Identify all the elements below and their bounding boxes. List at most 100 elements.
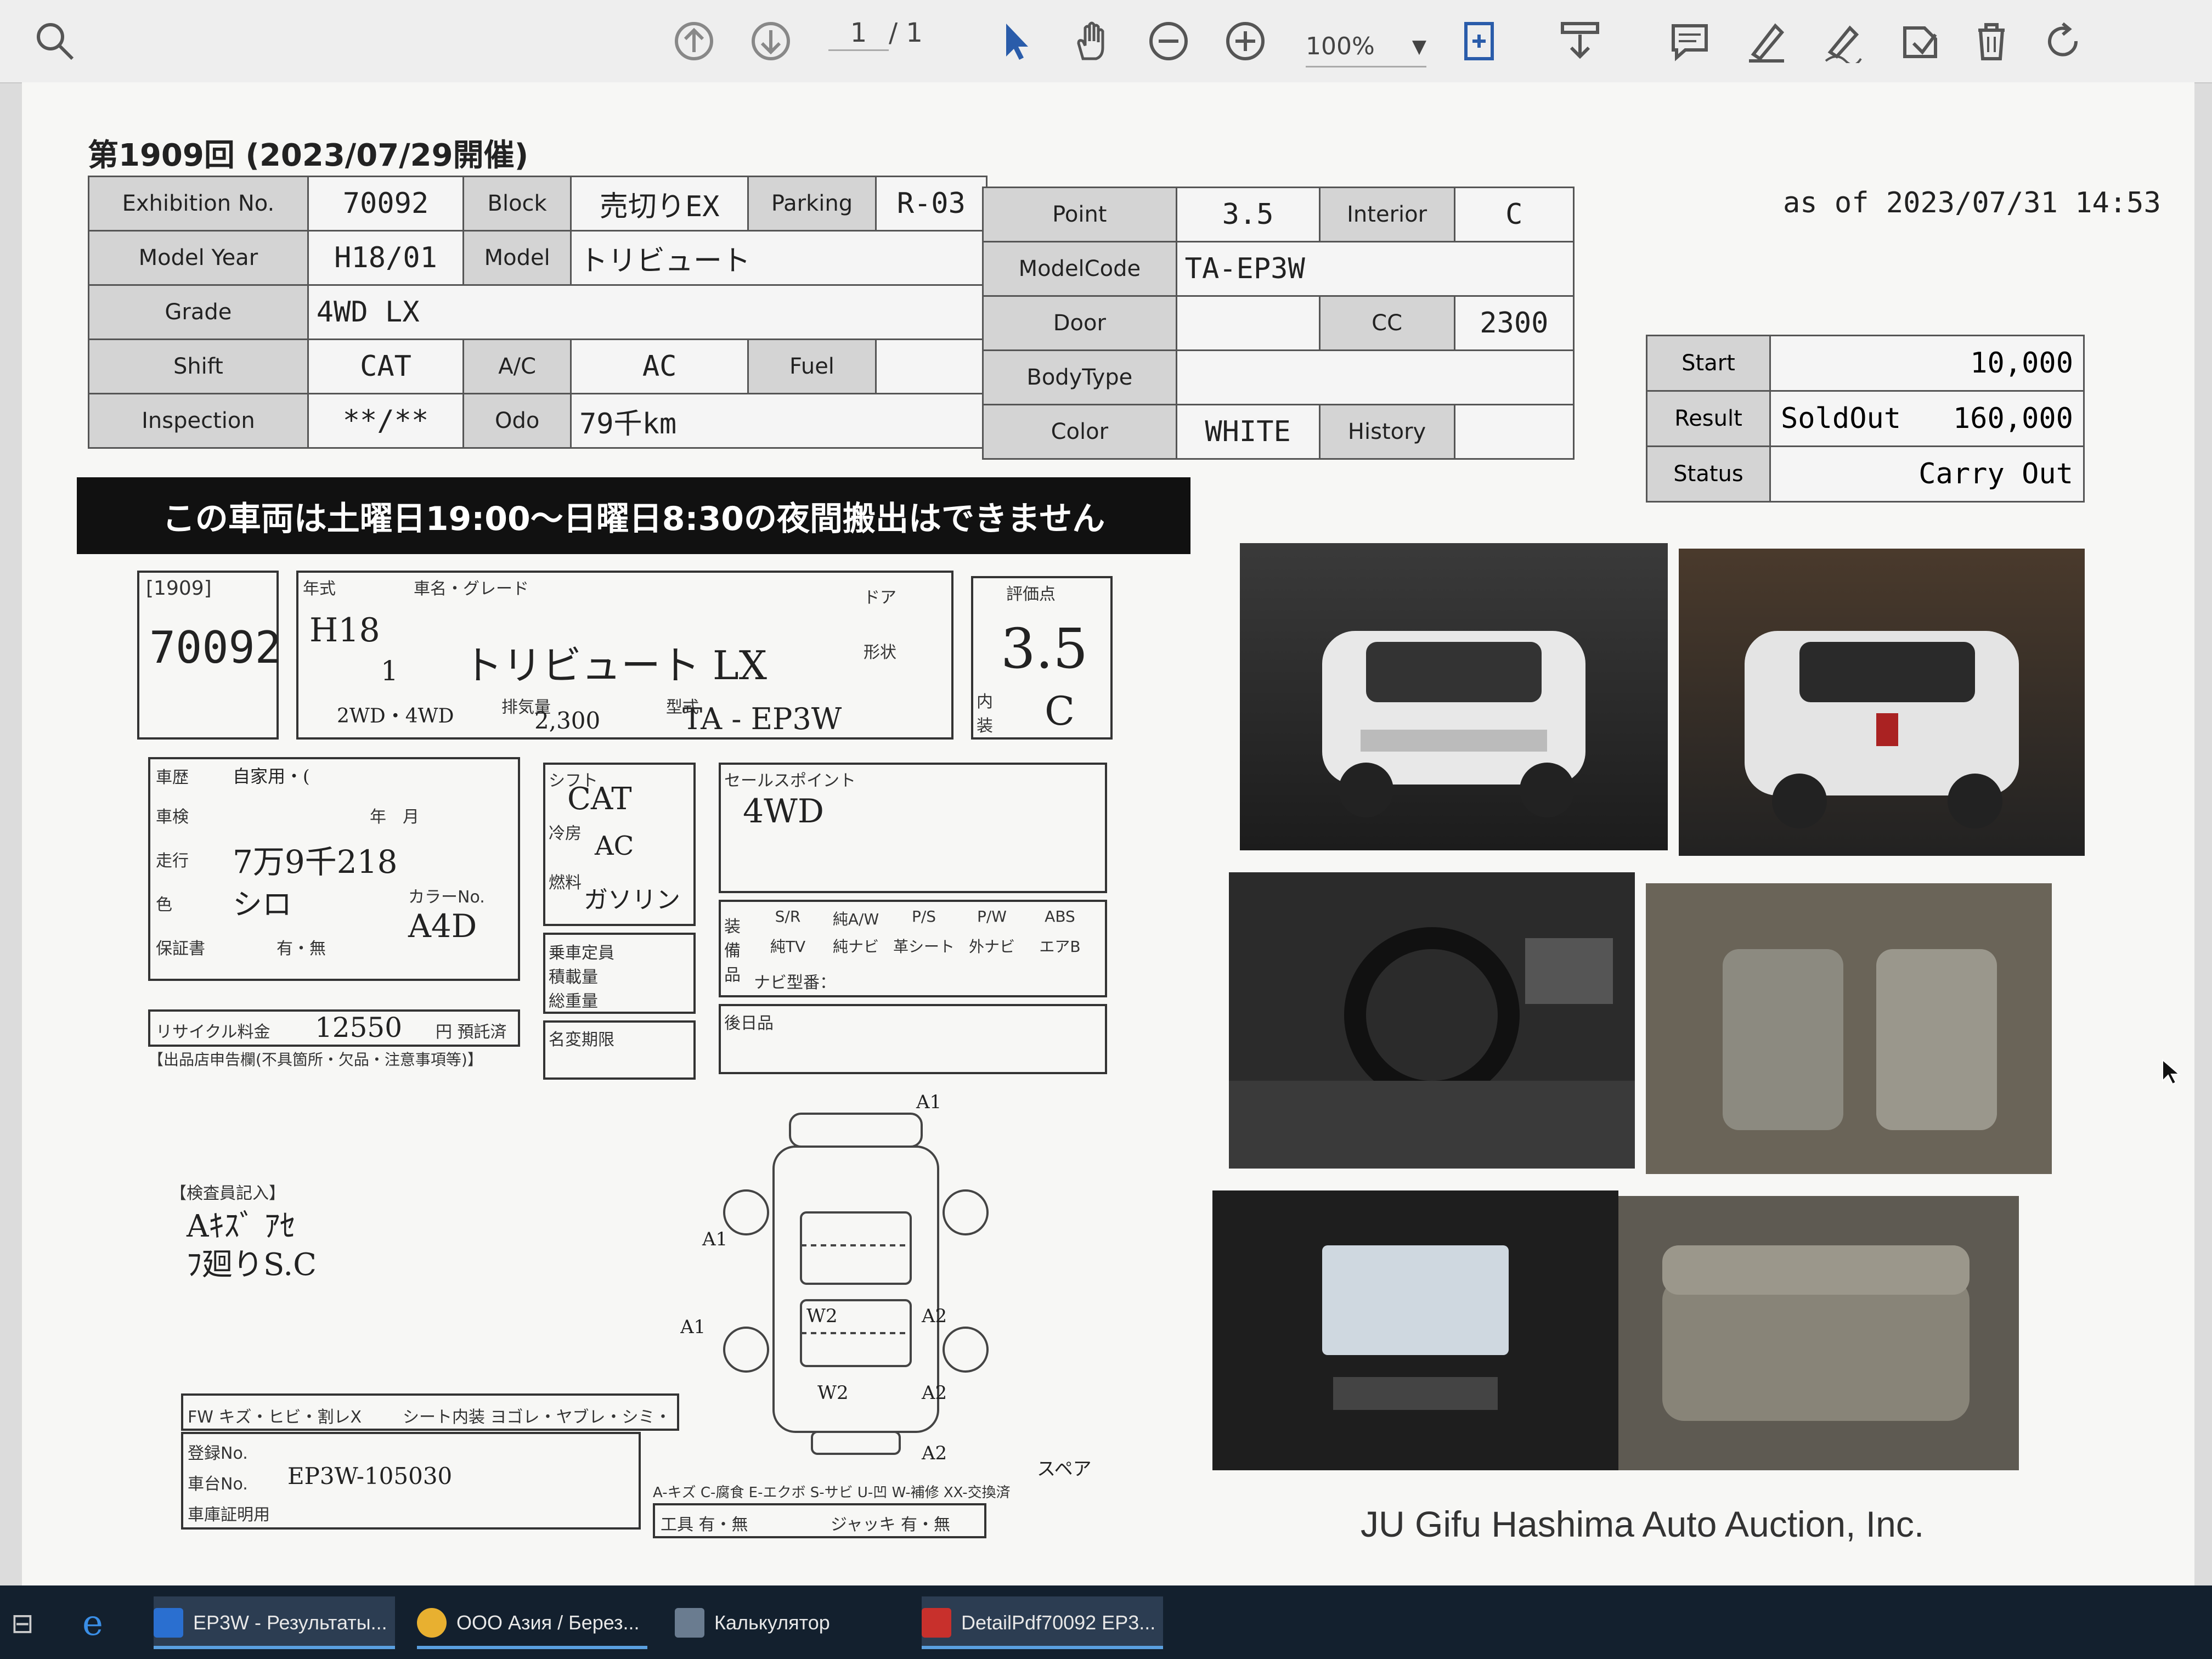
seller-note: 【出品店申告欄(不具箇所・欠品・注意事項等)】 [148,1051,483,1069]
value-shift: CAT [307,338,465,394]
label-inspection: Inspection [88,393,309,449]
label-status: Status [1646,445,1771,503]
zoom-select[interactable]: 100% ▼ [1306,27,1426,67]
equip-label: 装備品 [724,917,741,985]
mileage-value: 7万9千218 [233,843,398,881]
value-ac: AC [569,338,749,394]
equipment-item: 純TV [770,938,806,956]
photo-rear-seats[interactable] [1618,1196,2019,1470]
sign-icon[interactable] [1821,16,1865,66]
night-pickup-banner: この車両は土曜日19:00～日曜日8:30の夜間搬出はできません [77,477,1190,554]
stamp-icon[interactable] [1898,16,1942,66]
search-icon[interactable] [33,16,77,66]
value-point: 3.5 [1175,187,1321,242]
download-icon[interactable] [1558,16,1602,66]
value-result-price: 160,000 [1953,402,2073,435]
taskbar-item-ep3w[interactable]: EP3W - Результаты... [154,1596,395,1649]
color-no-label: カラーNo. [408,888,485,907]
load-label: 積載量 [549,968,598,987]
name-value: トリビュート LX [463,642,767,689]
label-grade: Grade [88,284,309,340]
year-label: 年式 [303,579,336,599]
door-label: ドア [864,588,896,607]
value-result-status: SoldOut [1781,402,1901,435]
reg-label: 登録No. [188,1444,248,1463]
zoom-in-icon[interactable] [1223,16,1267,66]
hand-icon[interactable] [1070,16,1114,66]
damage-mark: A1 [680,1316,706,1338]
value-color: WHITE [1175,404,1321,460]
label-exhibition-no: Exhibition No. [88,176,309,232]
equipment-box: 装備品 S/R 純A/W P/S P/W ABS 純TV 純ナビ 革シート 外ナビ エアB ナビ型… [719,900,1107,997]
label-model: Model [462,230,572,286]
fit-page-icon[interactable] [1459,16,1503,66]
details-box: 車歴 自家用・( 車検 年 月 走行 7万9千218 色 シロ カラーNo. A… [148,757,520,981]
recycle-label: リサイクル料金 [156,1023,270,1042]
value-block: 売切りEX [569,176,749,232]
zoom-out-icon[interactable] [1147,16,1190,66]
value-status: Carry Out [1769,445,2085,503]
month-value: 1 [381,655,398,687]
label-start: Start [1646,335,1771,392]
after-box: 後日品 [719,1004,1107,1074]
highlight-icon[interactable] [1745,16,1788,66]
taskbar-item-label: DetailPdf70092 EP3... [961,1611,1156,1634]
arrow-up-icon[interactable] [672,16,716,66]
label-odo: Odo [462,393,572,449]
equipment-item: P/S [911,907,936,926]
arrow-down-icon[interactable] [749,16,793,66]
year-value: H18 [309,611,380,650]
value-parking: R-03 [874,176,988,232]
photo-dashboard[interactable] [1229,872,1635,1169]
photo-rear-exterior[interactable] [1679,549,2085,856]
score-value: 3.5 [1001,617,1088,681]
inspector-note-1: Aｷｽﾞ ｱｾ [187,1209,296,1244]
score-label: 評価点 [1006,585,1056,604]
capacity-label: 乗車定員 [549,944,614,963]
damage-mark: A2 [921,1305,947,1327]
rotate-icon[interactable] [2041,16,2085,66]
value-fuel [874,338,988,394]
1c-icon [417,1608,447,1638]
fw-value: FW キズ・ヒビ・割レX [188,1408,362,1427]
damage-mark: A2 [921,1442,947,1464]
capacity-box: 乗車定員 積載量 総重量 [543,933,696,1014]
task-view-icon[interactable]: ⊟ [11,1599,34,1648]
taskbar-item-calculator[interactable]: Калькулятор [675,1596,883,1649]
as-of-timestamp: as of 2023/07/31 14:53 [1783,187,2161,219]
recycle-unit: 円 預託済 [436,1023,507,1042]
value-start: 10,000 [1769,335,2085,392]
photo-navigation[interactable] [1212,1190,1618,1470]
label-history: History [1318,404,1455,460]
page-number-input[interactable]: 1 [828,16,889,51]
inspect-value: 年 月 [370,808,419,827]
mileage-label: 走行 [156,851,189,871]
lot-prefix: [1909] [146,577,212,600]
document-icon [154,1608,183,1638]
photo-front-seats[interactable] [1646,883,2052,1174]
taskbar-item-pdf[interactable]: DetailPdf70092 EP3... [922,1596,1163,1649]
equipment-item: 革シート [893,938,955,956]
internet-explorer-icon[interactable]: e [82,1599,103,1648]
inspect-label: 車検 [156,808,189,827]
name-label: 車名・グレード [414,579,529,599]
equipment-item: 純ナビ [832,938,879,956]
damage-mark: W2 [806,1305,838,1327]
history-label: 車歴 [156,768,189,787]
photo-front-exterior[interactable] [1240,543,1668,850]
recycle-value: 12550 [315,1012,403,1043]
taskbar-item-1c[interactable]: ООО Азия / Берез... [417,1596,647,1649]
taskbar-item-label: ООО Азия / Берез... [456,1611,640,1634]
comment-icon[interactable] [1668,16,1712,66]
shift-box: シフト CAT 冷房 AC 燃料 ガソリン [543,763,696,926]
type-value: TA - EP3W [682,702,842,736]
auction-house-name: JU Gifu Hashima Auto Auction, Inc. [1361,1504,1925,1544]
value-model-year: H18/01 [307,230,465,286]
lot-box: [1909] 70092 [137,571,281,740]
label-result: Result [1646,390,1771,447]
cursor-icon[interactable] [993,16,1037,66]
damage-mark: A2 [921,1382,947,1404]
shape-label: 形状 [864,643,896,662]
delete-icon[interactable] [1970,16,2013,66]
value-door [1175,295,1321,351]
